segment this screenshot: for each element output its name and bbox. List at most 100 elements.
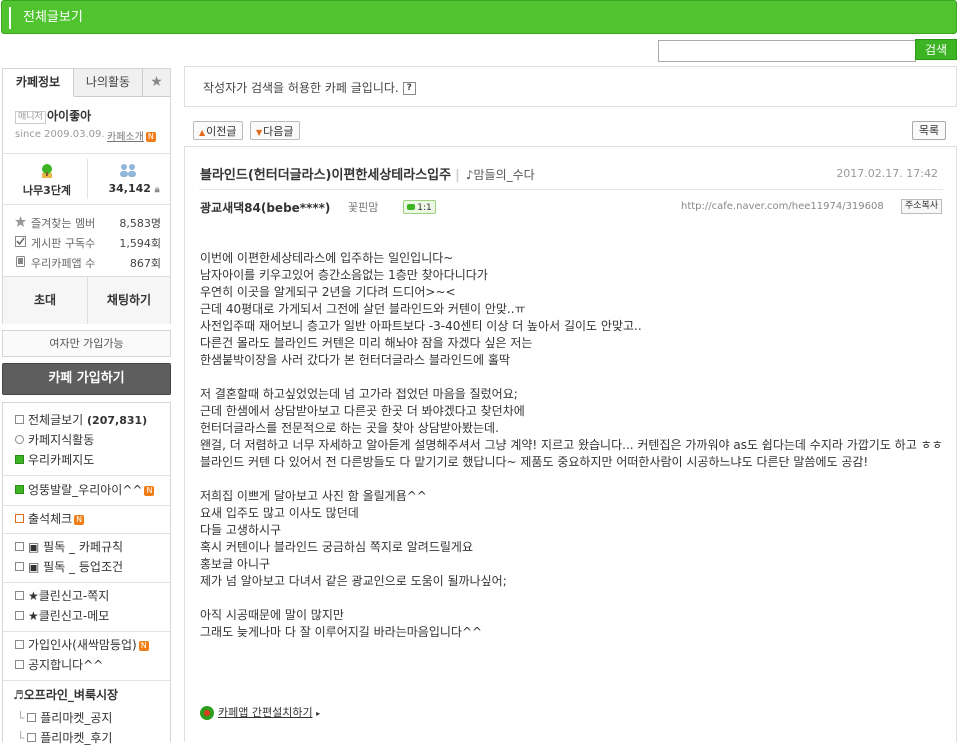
board-link[interactable]: ♪맘들의_수다 [466, 168, 535, 182]
tab-cafe-info[interactable]: 카페정보 [3, 69, 74, 96]
chat-badge[interactable]: 1:1 [403, 200, 436, 214]
up-arrow-icon: ▲ [199, 128, 206, 137]
stat-value: 1,594회 [119, 237, 161, 250]
menu-label: 우리카페지도 [28, 453, 95, 467]
member-count[interactable]: 34,142 🔒︎ [99, 182, 169, 195]
menu-label: 출석체크 [28, 512, 73, 526]
menu-label: 공지합니다^^ [28, 658, 104, 672]
new-badge-icon: N [74, 514, 85, 525]
body-line: 요새 입주도 많고 이사도 많던데 [200, 506, 359, 520]
menu-label: 가입인사(새싹맘등업) [28, 638, 137, 652]
speech-bubble-icon [407, 204, 416, 210]
menu-item-kids[interactable]: 엉뚱발랄_우리아이^^ N [15, 482, 155, 498]
body-line: 이번에 이편한세상테라스에 입주하는 일인입니다~ [200, 251, 454, 265]
menu-item-flea-notice[interactable]: └ 플리마켓_공지 [17, 710, 112, 726]
prev-post-button[interactable]: ▲이전글 [193, 121, 243, 140]
stat-favorite-members: 즐겨찾는 멤버 8,583명 [15, 215, 161, 231]
tab-favorite-star-icon[interactable]: ★ [143, 69, 170, 97]
menu-item-attendance[interactable]: 출석체크 N [15, 511, 85, 527]
new-badge-icon: N [145, 132, 156, 142]
notice-message: 작성자가 검색을 허용한 카페 글입니다. [203, 81, 399, 95]
document-icon [15, 415, 24, 424]
cafe-app-install-link[interactable]: 카페앱 간편설치하기 ▸ [200, 704, 320, 720]
stat-label: 즐겨찾는 멤버 [31, 217, 96, 230]
menu-item-flea-review[interactable]: └ 플리마켓_후기 [17, 730, 112, 746]
stat-value: 8,583명 [119, 217, 161, 230]
stat-board-subscriptions: 게시판 구독수 1,594회 [15, 235, 161, 251]
menu-item-knowledge[interactable]: 카페지식활동 [15, 432, 94, 448]
manager-name[interactable]: 아이좋아 [47, 107, 91, 124]
lock-icon: 🔒︎ [154, 185, 160, 195]
body-line: 헌터더글라스를 전문적으로 하는 곳을 찾아 상담받아봤는데. [200, 421, 499, 435]
member-count-value: 34,142 [108, 182, 151, 195]
notice-text: 작성자가 검색을 허용한 카페 글입니다.? [203, 79, 416, 96]
down-arrow-icon: ▼ [256, 128, 263, 137]
cafe-app-icon [200, 706, 214, 720]
invite-button[interactable]: 초대 [3, 277, 88, 324]
menu-item-greetings[interactable]: 가입인사(새싹맘등업) N [15, 637, 149, 653]
body-line: 남자아이를 키우고있어 층간소음없는 1층만 찾아다니다가 [200, 268, 488, 282]
chevron-right-icon: ▸ [316, 709, 321, 718]
cafe-intro-link[interactable]: 카페소개 N [107, 128, 156, 143]
menu-label: 전체글보기 [28, 413, 84, 427]
menu-group-flea-market[interactable]: ♬오프라인_벼룩시장 [13, 687, 118, 703]
new-badge-icon: N [138, 640, 149, 651]
divider [3, 533, 170, 534]
top-green-bar: 전체글보기 [1, 0, 957, 34]
post-title: 블라인드(헌터더글라스)이편한세상테라스입주 [200, 168, 452, 183]
menu-label: ▣ 필독 _ 등업조건 [28, 560, 124, 574]
next-post-button[interactable]: ▼다음글 [250, 121, 300, 140]
menu-item-all-posts[interactable]: 전체글보기 (207,831) [15, 412, 147, 428]
help-icon[interactable]: ? [402, 82, 416, 95]
new-badge-icon: N [144, 485, 155, 496]
divider [3, 505, 170, 506]
document-icon [27, 713, 37, 722]
prev-label: 이전글 [206, 125, 237, 138]
star-icon [15, 216, 26, 227]
divider [3, 680, 170, 681]
list-button[interactable]: 목록 [912, 121, 946, 140]
cafe-intro-label: 카페소개 [107, 132, 144, 143]
profile-actions: 초대 채팅하기 [3, 276, 170, 324]
divider [3, 204, 170, 205]
menu-item-report-memo[interactable]: ★클린신고-메모 [15, 608, 109, 624]
stat-label: 우리카페앱 수 [31, 257, 96, 270]
album-icon [15, 485, 24, 494]
author-name[interactable]: 광교새댁84(bebe****) [200, 199, 330, 216]
body-line: 왠걸, 더 저렴하고 너무 자세하고 알아듣게 설명해주셔서 그냥 계약! 지르… [200, 438, 943, 469]
body-line: 제가 넘 알아보고 다녀서 같은 광교인으로 도움이 될까나싶어; [200, 574, 507, 588]
stat-cafe-app: 우리카페앱 수 867회 [15, 255, 161, 271]
body-line: 우연히 이곳을 알게되구 2년을 기다려 드디어>~< [200, 285, 456, 299]
all-posts-link[interactable]: 전체글보기 [9, 7, 95, 29]
search-input[interactable] [658, 40, 916, 62]
since-date: since 2009.03.09. [15, 129, 105, 140]
divider [87, 159, 88, 199]
divider [3, 631, 170, 632]
body-line: 다른건 몰라도 블라인드 커텐은 미리 해놔야 잠을 자겠다 싶은 저는 [200, 336, 533, 350]
cafe-level: 나무3단계 [22, 184, 72, 197]
divider [199, 189, 943, 190]
menu-label: ▣ 필독 _ 카페규칙 [28, 540, 124, 554]
stat-value: 867회 [129, 257, 161, 270]
menu-label: 엉뚱발랄_우리아이^^ [28, 483, 143, 497]
manager-badge: 매니저 [15, 111, 46, 124]
menu-item-rules[interactable]: ▣ 필독 _ 카페규칙 [15, 539, 123, 555]
join-cafe-button[interactable]: 카페 가입하기 [2, 363, 171, 395]
stat-label: 게시판 구독수 [31, 237, 96, 250]
post-title-row: 블라인드(헌터더글라스)이편한세상테라스입주 | ♪맘들의_수다 [200, 164, 535, 183]
tree-branch-icon: └ [17, 711, 25, 725]
post-url[interactable]: http://cafe.naver.com/hee11974/319608 [681, 201, 884, 212]
menu-item-map[interactable]: 우리카페지도 [15, 452, 94, 468]
menu-item-report-note[interactable]: ★클린신고-쪽지 [15, 588, 109, 604]
copy-url-button[interactable]: 주소복사 [901, 199, 943, 214]
menu-item-level-up[interactable]: ▣ 필독 _ 등업조건 [15, 559, 123, 575]
search-permission-notice: 작성자가 검색을 허용한 카페 글입니다.? [184, 66, 957, 107]
menu-label: 플리마켓_공지 [40, 711, 113, 725]
body-line: 한샘붙박이장을 사러 갔다가 본 헌터더글라스 블라인드에 홀딱 [200, 353, 510, 367]
separator: | [455, 168, 460, 183]
menu-item-announcements[interactable]: 공지합니다^^ [15, 657, 103, 673]
checkbox-icon [15, 236, 26, 247]
tab-my-activity[interactable]: 나의활동 [74, 69, 143, 97]
chat-button[interactable]: 채팅하기 [88, 277, 170, 324]
search-button[interactable]: 검색 [915, 39, 957, 60]
